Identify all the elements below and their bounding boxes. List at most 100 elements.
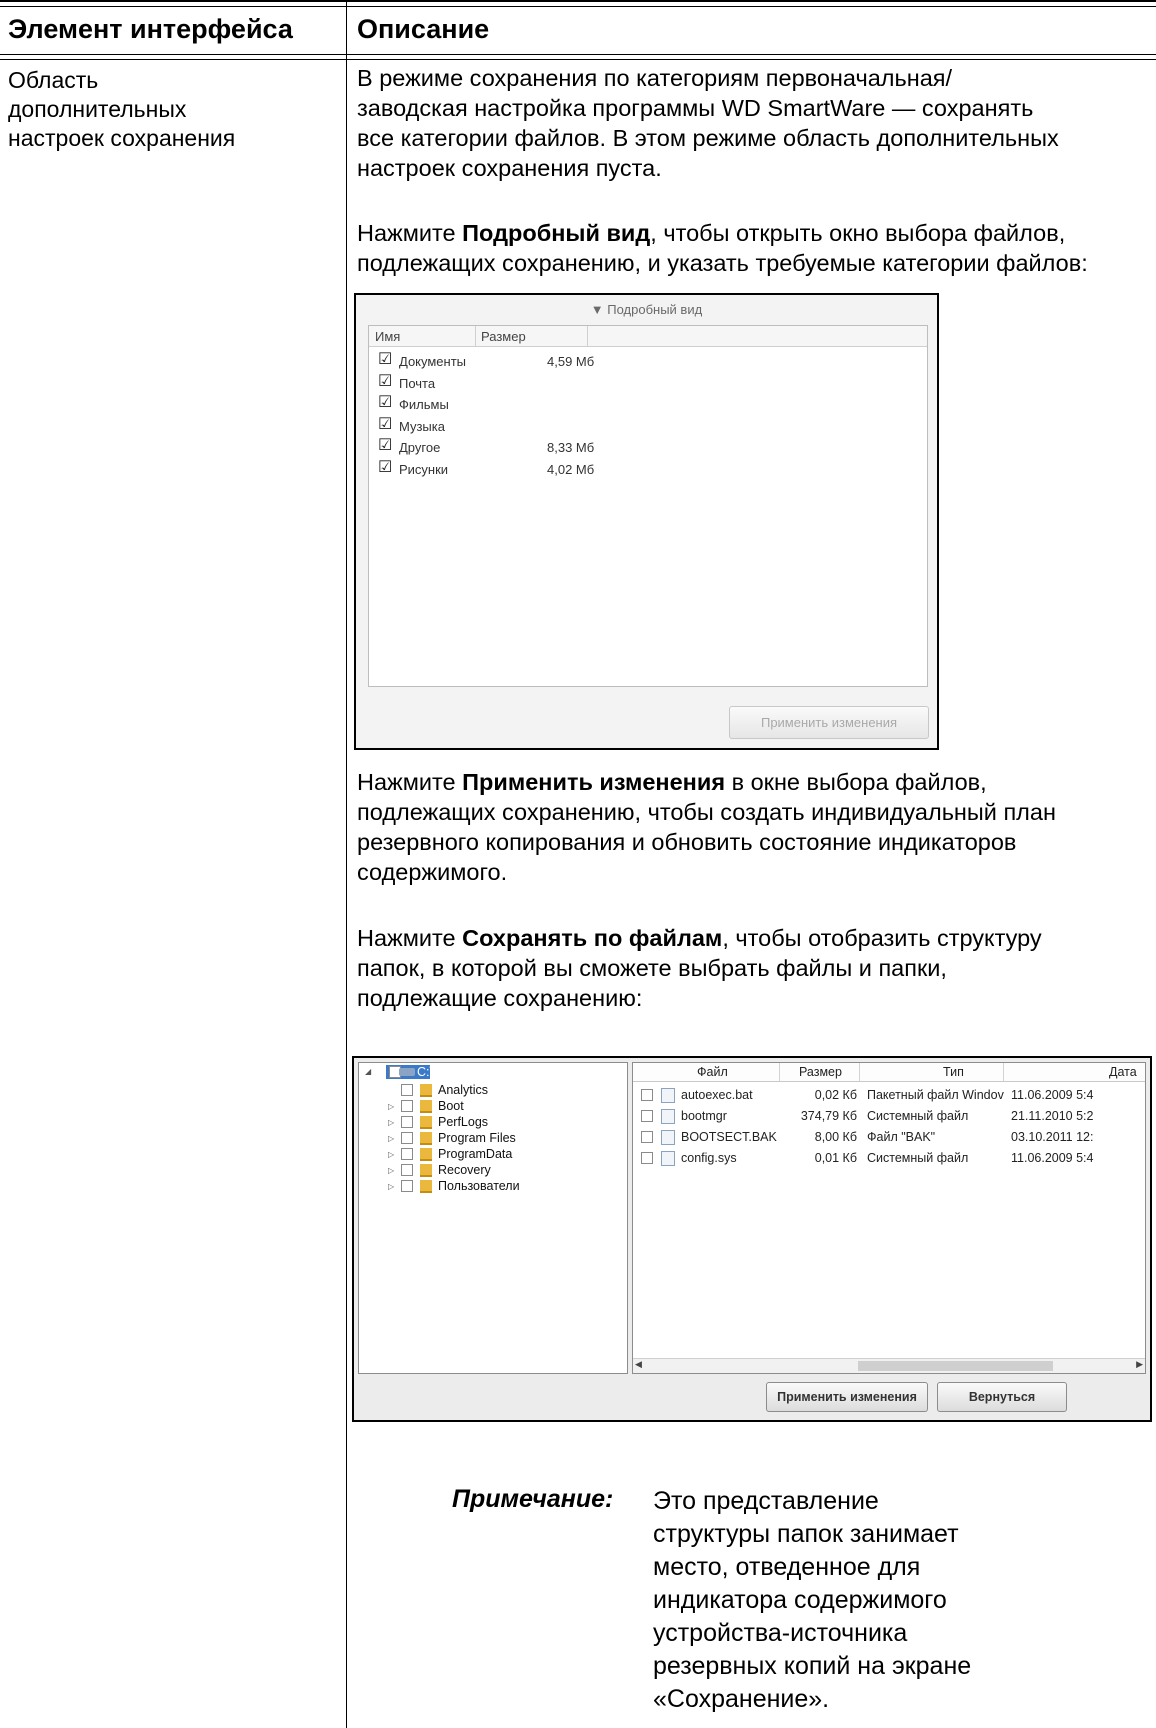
- folder-icon: [420, 1132, 432, 1145]
- category-row[interactable]: ☑ Фильмы: [377, 393, 917, 415]
- checkbox[interactable]: [641, 1131, 653, 1143]
- check-icon[interactable]: ☑: [378, 395, 392, 411]
- apply-changes-button[interactable]: Применить изменения: [766, 1382, 928, 1412]
- tree-item[interactable]: Analytics: [359, 1083, 619, 1098]
- expand-icon[interactable]: ▷: [388, 1134, 394, 1143]
- header-rule-thin: [0, 59, 1156, 60]
- categories-list: Имя Размер ☑ Документы 4,59 Мб ☑ Почта ☑ Фильм…: [368, 325, 928, 687]
- note-line: резервных копий на экране: [653, 1652, 972, 1680]
- file-name: autoexec.bat: [681, 1088, 753, 1102]
- file-type: Файл "BAK": [867, 1130, 936, 1144]
- text-line: заводская настройка программы WD SmartWa…: [357, 95, 1034, 121]
- text-line: все категории файлов. В этом режиме обла…: [357, 125, 1059, 151]
- check-icon[interactable]: ☑: [378, 352, 392, 368]
- drive-icon: [399, 1068, 415, 1076]
- folder-icon: [420, 1180, 432, 1193]
- file-row[interactable]: BOOTSECT.BAK 8,00 Кб Файл "BAK" 03.10.2011 …: [633, 1127, 1145, 1147]
- description-paragraph-1: В режиме сохранения по категориям первон…: [357, 63, 1152, 183]
- file-list: Файл Размер Тип Дата autoexec.bat 0,02 Кб…: [632, 1062, 1146, 1374]
- bold-term: Сохранять по файлам: [462, 925, 723, 951]
- category-row[interactable]: ☑ Музыка: [377, 415, 917, 437]
- file-row[interactable]: autoexec.bat 0,02 Кб Пакетный файл Windov 1…: [633, 1085, 1145, 1105]
- column-separator: [779, 1063, 780, 1081]
- expand-icon[interactable]: ▷: [388, 1166, 394, 1175]
- file-list-header: Файл Размер Тип Дата: [633, 1063, 1145, 1082]
- checkbox[interactable]: [641, 1089, 653, 1101]
- checkbox[interactable]: [401, 1084, 413, 1096]
- checkbox[interactable]: [641, 1110, 653, 1122]
- category-row[interactable]: ☑ Другое 8,33 Мб: [377, 436, 917, 458]
- tree-item[interactable]: ▷ Пользователи: [359, 1179, 619, 1194]
- tree-item-label: PerfLogs: [438, 1115, 489, 1129]
- checkbox[interactable]: [641, 1152, 653, 1164]
- file-row[interactable]: config.sys 0,01 Кб Системный файл 11.06.200…: [633, 1148, 1145, 1168]
- file-icon: [661, 1088, 675, 1103]
- scroll-right-icon[interactable]: ▶: [1136, 1359, 1143, 1370]
- category-row[interactable]: ☑ Почта: [377, 372, 917, 394]
- tree-item[interactable]: ▷ Program Files: [359, 1131, 619, 1146]
- text-line: резервного копирования и обновить состоя…: [357, 829, 1017, 855]
- file-size: 374,79 Кб: [800, 1109, 857, 1123]
- text-line: Нажмите Подробный вид, чтобы открыть окн…: [357, 220, 1066, 246]
- column-separator: [475, 326, 476, 346]
- note-line: индикатора содержимого: [653, 1586, 947, 1614]
- checkbox[interactable]: [401, 1180, 413, 1192]
- check-icon[interactable]: ☑: [378, 416, 392, 433]
- file-date: 21.11.2010 5:2: [1011, 1109, 1094, 1123]
- tree-item[interactable]: ▷ PerfLogs: [359, 1115, 619, 1130]
- tree-root[interactable]: ◢ C:\: [359, 1063, 619, 1081]
- expand-icon[interactable]: ▷: [388, 1102, 394, 1111]
- category-name: Рисунки: [399, 461, 449, 477]
- expand-icon[interactable]: ◢: [365, 1067, 371, 1076]
- apply-changes-button[interactable]: Применить изменения: [729, 706, 929, 739]
- column-date-header[interactable]: Дата: [1109, 1065, 1137, 1079]
- column-size-header[interactable]: Размер: [481, 329, 526, 344]
- detail-view-toggle[interactable]: ▼ Подробный вид: [356, 302, 937, 317]
- categories-list-header: Имя Размер: [369, 326, 927, 347]
- back-button[interactable]: Вернуться: [937, 1382, 1067, 1412]
- horizontal-scrollbar[interactable]: ◀ ▶: [633, 1358, 1145, 1373]
- checkbox[interactable]: [401, 1100, 413, 1112]
- checkbox[interactable]: [401, 1148, 413, 1160]
- expand-icon[interactable]: ▷: [388, 1118, 394, 1127]
- column-type-header[interactable]: Тип: [943, 1065, 964, 1079]
- column-header-element: Элемент интерфейса: [8, 14, 293, 44]
- scroll-left-icon[interactable]: ◀: [635, 1359, 642, 1370]
- checkbox[interactable]: [401, 1164, 413, 1176]
- file-date: 11.06.2009 5:4: [1011, 1088, 1094, 1102]
- note-line: Это представление: [653, 1487, 879, 1515]
- checkbox[interactable]: [401, 1132, 413, 1144]
- scroll-thumb[interactable]: [858, 1361, 1053, 1371]
- file-name: bootmgr: [681, 1109, 727, 1123]
- check-icon[interactable]: ☑: [378, 438, 392, 454]
- file-size: 8,00 Кб: [814, 1130, 857, 1144]
- column-file-header[interactable]: Файл: [697, 1065, 728, 1079]
- check-icon[interactable]: ☑: [378, 373, 392, 390]
- category-row[interactable]: ☑ Документы 4,59 Мб: [377, 350, 917, 372]
- tree-item-label: Analytics: [438, 1083, 489, 1097]
- category-size: 4,59 Мб: [547, 354, 595, 369]
- tree-item[interactable]: ▷ Recovery: [359, 1163, 619, 1178]
- tree-root-label: C:\: [417, 1065, 433, 1079]
- tree-item[interactable]: ▷ Boot: [359, 1099, 619, 1114]
- expand-icon[interactable]: ▷: [388, 1150, 394, 1159]
- tree-item[interactable]: ▷ ProgramData: [359, 1147, 619, 1162]
- file-type: Системный файл: [867, 1151, 969, 1165]
- tree-item-label: Пользователи: [438, 1179, 520, 1193]
- file-type: Системный файл: [867, 1109, 969, 1123]
- expand-icon[interactable]: ▷: [388, 1182, 394, 1191]
- file-row[interactable]: bootmgr 374,79 Кб Системный файл 21.11.2010…: [633, 1106, 1145, 1126]
- column-name-header[interactable]: Имя: [375, 329, 400, 344]
- category-row[interactable]: ☑ Рисунки 4,02 Мб: [377, 458, 917, 480]
- text-line: Нажмите Применить изменения в окне выбор…: [357, 769, 987, 795]
- element-cell-line: настроек сохранения: [8, 125, 236, 151]
- column-size-header[interactable]: Размер: [799, 1065, 842, 1079]
- check-icon[interactable]: ☑: [378, 459, 392, 476]
- table-top-rule: [0, 0, 1156, 2]
- files-view-screenshot: ◢ C:\ Analytics ▷ Boot ▷ PerfLogs ▷ Program Fi…: [352, 1056, 1152, 1422]
- checkbox[interactable]: [401, 1116, 413, 1128]
- description-paragraph-2: Нажмите Подробный вид, чтобы открыть окн…: [357, 218, 1152, 278]
- column-header-description: Описание: [357, 14, 490, 44]
- file-type: Пакетный файл Windov: [867, 1088, 1004, 1102]
- column-separator: [587, 326, 588, 346]
